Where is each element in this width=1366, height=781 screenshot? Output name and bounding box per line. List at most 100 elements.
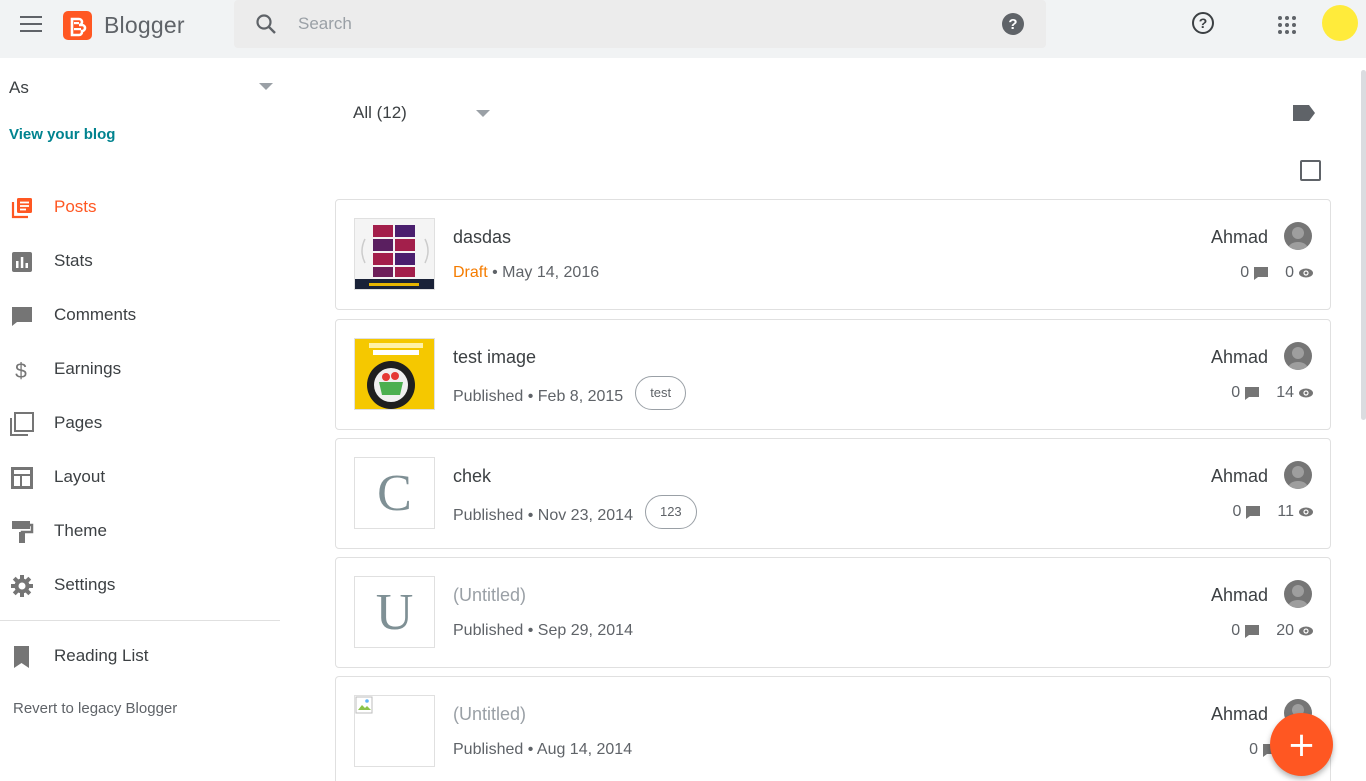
sidebar-item-theme[interactable]: Theme — [0, 510, 280, 554]
post-title[interactable]: dasdas — [453, 227, 511, 248]
select-all-checkbox[interactable] — [1300, 160, 1321, 181]
post-title[interactable]: (Untitled) — [453, 585, 526, 606]
post-row[interactable]: C chek Published • Nov 23, 2014 123 Ahmad… — [335, 438, 1331, 549]
plus-icon: + — [1287, 724, 1316, 765]
post-meta: Published • Feb 8, 2015 test — [453, 376, 687, 410]
sidebar-item-earnings[interactable]: $ Earnings — [0, 348, 280, 392]
post-stats: 0 20 — [1231, 622, 1314, 640]
sidebar-item-label: Settings — [54, 575, 116, 594]
author-avatar — [1284, 461, 1312, 489]
post-row[interactable]: dasdas Draft • May 14, 2016 Ahmad 00 — [335, 199, 1331, 310]
settings-icon — [11, 575, 33, 597]
stats-icon — [12, 252, 32, 272]
sidebar-item-label: Stats — [54, 251, 93, 270]
post-thumbnail — [354, 218, 435, 290]
filter-dropdown-icon[interactable] — [476, 110, 490, 117]
search-input[interactable] — [298, 12, 898, 36]
sidebar-item-stats[interactable]: Stats — [0, 240, 280, 284]
post-date: Nov 23, 2014 — [537, 507, 633, 525]
infographic-thumbnail-image — [355, 219, 434, 289]
layout-icon — [11, 467, 33, 489]
post-filter-dropdown[interactable]: All (12) — [353, 103, 407, 123]
post-meta: Published • Aug 14, 2014 — [453, 741, 632, 759]
post-title[interactable]: chek — [453, 466, 491, 487]
post-thumbnail: C — [354, 457, 435, 529]
post-row[interactable]: (Untitled) Published • Aug 14, 2014 Ahma… — [335, 676, 1331, 781]
sidebar-item-layout[interactable]: Layout — [0, 456, 280, 500]
post-author: Ahmad — [1210, 585, 1268, 605]
post-meta: Published • Nov 23, 2014 123 — [453, 495, 697, 529]
post-title[interactable]: (Untitled) — [453, 704, 526, 725]
post-status: Draft — [453, 264, 488, 281]
post-date: Aug 14, 2014 — [536, 741, 633, 758]
comment-count: 0 — [1231, 384, 1241, 401]
view-count: 0 — [1285, 264, 1294, 281]
search-icon[interactable] — [254, 12, 278, 36]
broken-image-icon — [355, 696, 373, 714]
post-author: Ahmad — [1210, 347, 1268, 367]
posts-icon — [11, 198, 32, 219]
eye-icon — [1299, 268, 1313, 278]
post-date: May 14, 2016 — [502, 264, 600, 281]
comment-icon — [1254, 266, 1269, 280]
sidebar-item-label: Pages — [54, 413, 103, 432]
sidebar-item-label: Reading List — [54, 646, 149, 665]
theme-icon — [12, 521, 34, 543]
comment-count: 0 — [1231, 622, 1241, 639]
new-post-button[interactable]: + — [1270, 713, 1333, 776]
blog-selector[interactable]: As — [9, 78, 29, 98]
blogger-logo-icon[interactable] — [63, 11, 92, 40]
app-title[interactable]: Blogger — [104, 12, 185, 39]
meta-separator: • — [523, 507, 538, 525]
eye-icon — [1299, 507, 1313, 517]
eye-icon — [1299, 388, 1313, 398]
post-author: Ahmad — [1210, 227, 1268, 247]
view-count: 14 — [1276, 384, 1294, 401]
pages-icon — [10, 412, 34, 436]
meta-separator: • — [523, 622, 538, 639]
menu-icon[interactable] — [20, 16, 42, 34]
account-avatar[interactable] — [1322, 5, 1358, 41]
sidebar-item-reading-list[interactable]: Reading List — [0, 635, 280, 679]
post-label-chip[interactable]: test — [635, 376, 687, 410]
comment-icon — [1245, 386, 1260, 400]
author-avatar — [1284, 222, 1312, 250]
comment-count: 0 — [1232, 503, 1242, 520]
eye-icon — [1299, 626, 1313, 636]
sidebar-item-pages[interactable]: Pages — [0, 402, 280, 446]
post-status: Published — [453, 741, 524, 758]
apps-grid-icon[interactable] — [1277, 15, 1297, 35]
sidebar-item-posts[interactable]: Posts — [0, 186, 280, 230]
thumbnail-letter: C — [377, 464, 412, 522]
svg-text:?: ? — [1008, 16, 1017, 33]
comments-icon — [12, 307, 32, 326]
post-stats: 0 14 — [1231, 384, 1314, 402]
sidebar-item-label: Earnings — [54, 359, 122, 378]
label-tag-icon[interactable] — [1292, 104, 1316, 122]
help-icon[interactable]: ? — [1191, 11, 1215, 35]
search-bar: ? — [234, 0, 1046, 48]
bookmark-icon — [14, 646, 29, 668]
comment-icon — [1246, 505, 1261, 519]
post-label-chip[interactable]: 123 — [644, 495, 697, 529]
post-status: Published — [453, 507, 524, 525]
sidebar-item-comments[interactable]: Comments — [0, 294, 280, 338]
post-stats: 00 — [1240, 264, 1314, 282]
scrollbar[interactable] — [1361, 70, 1366, 420]
search-help-icon[interactable]: ? — [1001, 12, 1025, 36]
meta-separator: • — [523, 388, 538, 406]
post-row[interactable]: U (Untitled) Published • Sep 29, 2014 Ah… — [335, 557, 1331, 668]
post-title[interactable]: test image — [453, 347, 536, 368]
sidebar-item-settings[interactable]: Settings — [0, 564, 280, 608]
revert-legacy-link[interactable]: Revert to legacy Blogger — [13, 700, 177, 717]
post-meta: Draft • May 14, 2016 — [453, 264, 599, 282]
post-meta: Published • Sep 29, 2014 — [453, 622, 633, 640]
post-stats: 0 11 — [1232, 503, 1314, 521]
sidebar: As View your blog Posts Stats Comments $… — [0, 58, 290, 781]
comment-count: 0 — [1240, 264, 1250, 281]
blog-selector-dropdown-icon[interactable] — [259, 83, 273, 90]
view-blog-link[interactable]: View your blog — [9, 126, 115, 143]
meta-separator: • — [487, 264, 503, 281]
post-row[interactable]: test image Published • Feb 8, 2015 test A… — [335, 319, 1331, 430]
author-avatar — [1284, 580, 1312, 608]
